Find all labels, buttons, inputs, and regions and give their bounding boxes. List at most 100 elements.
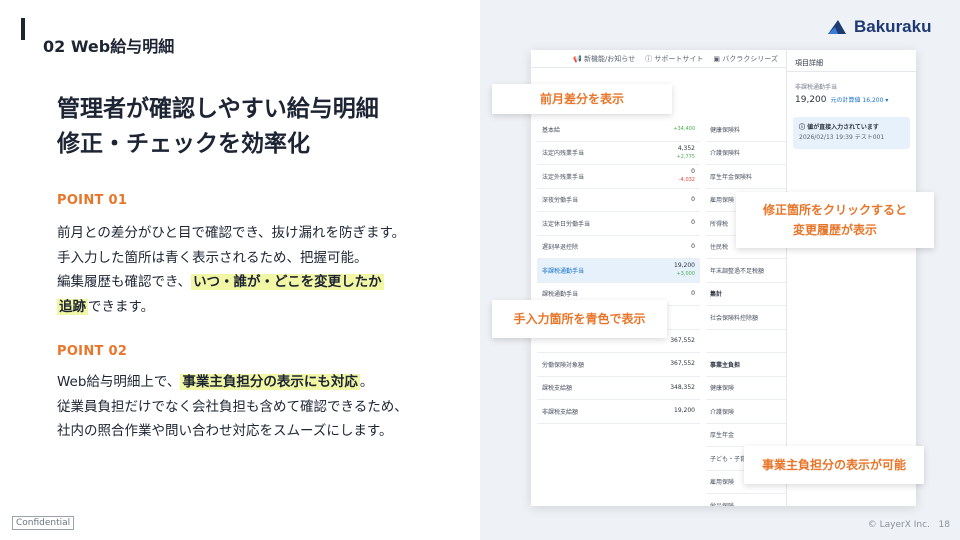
copyright: © LayerX Inc. — [867, 520, 930, 530]
row-label: 非課税通勤手当 — [542, 267, 585, 275]
row-value: 0 -4,032 — [678, 168, 695, 184]
item-detail-panel: 項目詳細 非課税通勤手当 19,200 元の計算値 16,200 ▾ ⓘ 値が直接… — [786, 50, 916, 506]
row-value: 0 — [691, 219, 695, 227]
deduction-row[interactable]: 介護保険料 — [706, 142, 786, 165]
app-topbar: 📢 新機能/お知らせ ⓘ サポートサイト ▣ バクラクシリーズ — [531, 50, 786, 68]
row-diff: +3,000 — [676, 271, 695, 278]
deduction-row[interactable]: 厚生年金 — [706, 424, 786, 447]
headline-line-2: 修正・チェックを効率化 — [57, 131, 310, 157]
point-01-label: POINT 01 — [57, 193, 128, 208]
point-02-line-1-text: Web給与明細上で、 — [57, 374, 181, 390]
table-row[interactable]: 非課税支給額 19,200 — [537, 400, 700, 424]
page-number: 18 — [938, 520, 950, 530]
callout-history: 修正箇所をクリックすると 変更履歴が表示 — [736, 192, 934, 248]
deduction-row[interactable]: 社会保険料控除額 — [706, 306, 786, 330]
point-01-line-3: 編集履歴も確認でき、 いつ・誰が・どこを変更したか — [57, 270, 405, 295]
deduction-row[interactable]: 健康保険料 — [706, 118, 786, 142]
deduction-row[interactable] — [706, 330, 786, 353]
deduction-row[interactable]: 年末調整過不足税額 — [706, 259, 786, 283]
table-row[interactable]: 課税支給額 348,352 — [537, 377, 700, 400]
point-02-line-1: Web給与明細上で、 事業主負担分の表示にも対応。 — [57, 370, 408, 395]
point-01-highlight-2: 追跡 — [57, 298, 88, 315]
deduction-row[interactable]: 健康保険 — [706, 377, 786, 400]
deduction-row[interactable]: 労災保険 — [706, 494, 786, 506]
item-detail-value: 19,200 元の計算値 16,200 ▾ — [787, 91, 916, 105]
row-value: +34,400 — [673, 125, 695, 133]
item-detail-title: 項目詳細 — [787, 50, 916, 72]
topbar-series[interactable]: ▣ バクラクシリーズ — [713, 54, 778, 64]
table-row[interactable]: 労働保険対象額 367,552 — [537, 353, 700, 377]
table-row[interactable]: 遅刻早退控除 0 — [537, 236, 700, 259]
row-diff: +2,775 — [676, 153, 695, 160]
row-value: 19,200 — [674, 407, 695, 415]
callout-manual: 手入力箇所を青色で表示 — [492, 300, 667, 338]
row-label: 基本給 — [542, 126, 561, 134]
brand-name: Bakuraku — [854, 17, 932, 36]
row-value: 367,552 — [670, 360, 695, 368]
table-row[interactable]: 法定外残業手当 0 -4,032 — [537, 165, 700, 189]
point-02-text: Web給与明細上で、 事業主負担分の表示にも対応。 従業員負担だけでなく会社負担も… — [57, 370, 408, 444]
row-value: 348,352 — [670, 383, 695, 391]
point-01-line-4: 追跡 できます。 — [57, 295, 405, 320]
topbar-news[interactable]: 📢 新機能/お知らせ — [573, 54, 635, 64]
original-value-dropdown[interactable]: 元の計算値 16,200 ▾ — [831, 97, 889, 104]
deduction-row[interactable]: 集計 — [706, 283, 786, 306]
payment-table: 基本給 +34,400 法定内残業手当 4,352 +2,775 法定外残業手当 0 -4,0… — [537, 118, 700, 424]
notice-title: ⓘ 値が直接入力されています — [799, 124, 879, 131]
deduction-row[interactable]: 事業主負担 — [706, 353, 786, 377]
point-01-line-4-text: できます。 — [88, 298, 155, 315]
edit-history-notice: ⓘ 値が直接入力されています 2026/02/13 19:39 テスト001 — [793, 117, 910, 149]
row-label: 課税支給額 — [542, 385, 573, 393]
item-detail-label: 非課税通勤手当 — [795, 84, 838, 91]
point-02-line-2: 従業員負担だけでなく会社負担も含めて確認できるため、 — [57, 398, 408, 415]
row-label: 遅刻早退控除 — [542, 244, 579, 252]
brand-logo: Bakuraku — [826, 17, 931, 37]
row-value: 19,200 +3,000 — [674, 262, 695, 278]
row-label: 法定休日労働手当 — [542, 220, 591, 228]
row-label: 深夜労働手当 — [542, 197, 579, 205]
payslip-screenshot: 📢 新機能/お知らせ ⓘ サポートサイト ▣ バクラクシリーズ 基本給 +34,4… — [531, 50, 916, 506]
point-02-highlight: 事業主負担分の表示にも対応 — [180, 374, 360, 390]
row-value: 0 — [691, 195, 695, 203]
table-row[interactable]: 非課税通勤手当 19,200 +3,000 — [537, 259, 700, 283]
row-value: 0 — [691, 242, 695, 250]
point-01-line-2: 手入力した箇所は青く表示されるため、把握可能。 — [57, 249, 368, 266]
point-01-line-1: 前月との差分がひと目で確認でき、抜け漏れを防ぎます。 — [57, 225, 406, 241]
callout-employer: 事業主負担分の表示が可能 — [744, 446, 924, 484]
headline-line-1: 管理者が確認しやすい給与明細 — [57, 96, 379, 122]
row-label: 非課税支給額 — [542, 408, 579, 416]
bakuraku-logo-icon — [828, 20, 846, 34]
topbar-support[interactable]: ⓘ サポートサイト — [645, 54, 703, 64]
callout-diff: 前月差分を表示 — [492, 84, 672, 114]
row-value: 0 — [691, 289, 695, 297]
row-diff: +34,400 — [673, 126, 695, 133]
callout-history-line-2: 変更履歴が表示 — [792, 223, 877, 237]
row-label: 労働保険対象額 — [542, 361, 585, 369]
callout-history-line-1: 修正箇所をクリックすると — [762, 203, 907, 217]
item-value: 19,200 — [795, 95, 827, 105]
point-01-line-3-text: 編集履歴も確認でき、 — [57, 274, 192, 290]
row-label: 課税通勤手当 — [542, 291, 579, 299]
table-row[interactable]: 法定内残業手当 4,352 +2,775 — [537, 142, 700, 165]
row-value: 367,552 — [670, 336, 695, 344]
table-row[interactable]: 基本給 +34,400 — [537, 118, 700, 142]
deduction-row[interactable]: 介護保険 — [706, 400, 786, 424]
point-02-line-1-end: 。 — [359, 374, 374, 390]
deduction-row[interactable]: 厚生年金保険料 — [706, 165, 786, 189]
section-marker — [21, 18, 25, 40]
point-01-highlight: いつ・誰が・どこを変更したか — [191, 274, 384, 290]
row-label: 法定内残業手当 — [542, 150, 585, 158]
point-01-text: 前月との差分がひと目で確認でき、抜け漏れを防ぎます。 手入力した箇所は青く表示さ… — [57, 221, 405, 319]
row-label: 法定外残業手当 — [542, 173, 585, 181]
table-row[interactable]: 深夜労働手当 0 — [537, 189, 700, 212]
row-diff: -4,032 — [678, 177, 695, 184]
confidential-label: Confidential — [12, 516, 75, 530]
page-headline: 管理者が確認しやすい給与明細 修正・チェックを効率化 — [57, 92, 379, 162]
notice-meta: 2026/02/13 19:39 テスト001 — [799, 134, 885, 141]
row-value: 4,352 +2,775 — [676, 144, 695, 160]
section-title: 02 Web給与明細 — [43, 37, 175, 56]
footer: © LayerX Inc. 18 — [868, 520, 950, 530]
point-02-label: POINT 02 — [57, 344, 128, 359]
table-row[interactable]: 法定休日労働手当 0 — [537, 212, 700, 236]
point-02-line-3: 社内の照合作業や問い合わせ対応をスムーズにします。 — [57, 423, 393, 439]
